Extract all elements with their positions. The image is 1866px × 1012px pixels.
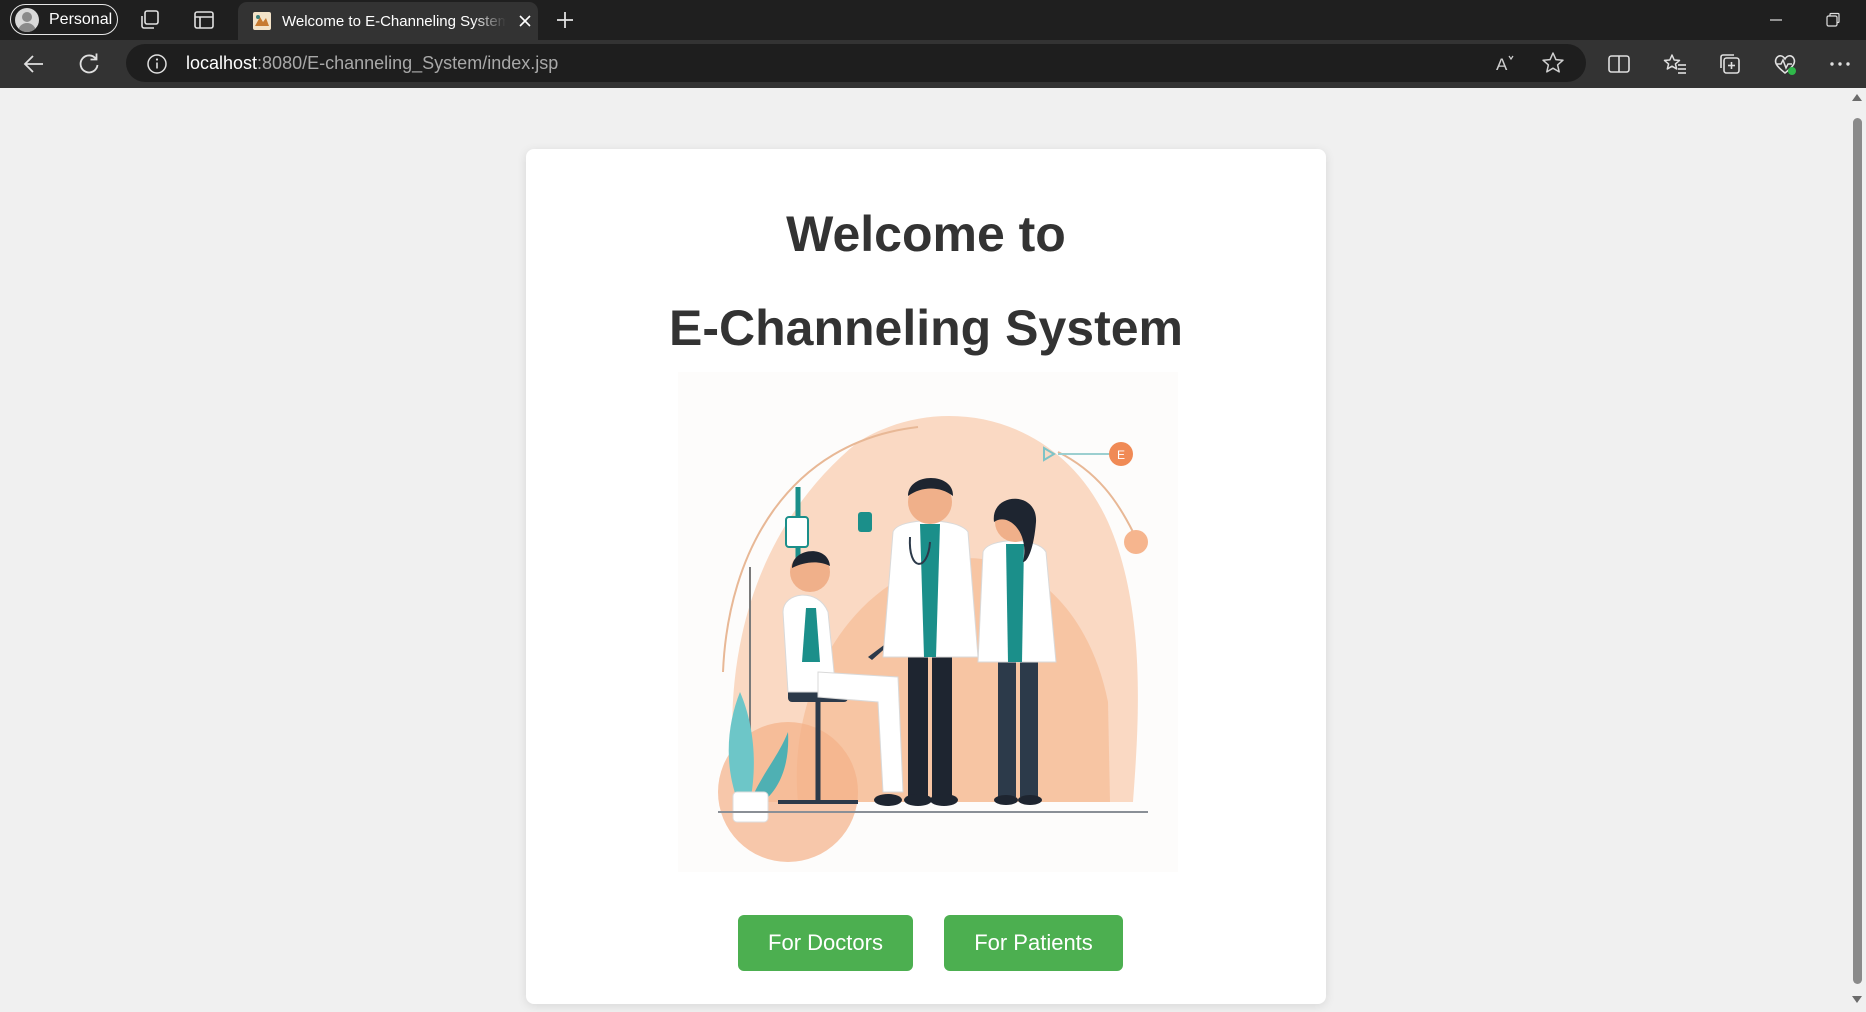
profile-button[interactable]: Personal xyxy=(10,4,118,35)
back-icon[interactable] xyxy=(21,51,47,77)
refresh-icon[interactable] xyxy=(76,51,102,77)
doctors-illustration: E xyxy=(678,372,1178,872)
split-screen-icon[interactable] xyxy=(1606,51,1632,77)
welcome-card: Welcome to E-Channeling System E For Doc… xyxy=(526,149,1326,1004)
info-icon[interactable] xyxy=(146,53,168,75)
browser-essentials-icon[interactable] xyxy=(1772,51,1798,77)
url-text[interactable]: localhost:8080/E-channeling_System/index… xyxy=(186,53,558,74)
scrollbar-thumb[interactable] xyxy=(1853,118,1862,984)
tab-title: Welcome to E-Channeling System xyxy=(282,12,506,30)
tab-actions-icon[interactable] xyxy=(192,8,216,32)
for-doctors-button[interactable]: For Doctors xyxy=(738,915,913,971)
url-host: localhost xyxy=(186,53,258,73)
scroll-down-arrow-icon[interactable] xyxy=(1852,996,1862,1003)
favorite-star-icon[interactable] xyxy=(1540,50,1566,76)
profile-avatar-icon xyxy=(15,7,39,32)
page-viewport: Welcome to E-Channeling System E For Doc… xyxy=(5,88,1848,1012)
collections-icon[interactable] xyxy=(1717,51,1743,77)
page-title-line-2: E-Channeling System xyxy=(669,300,1183,356)
for-patients-button[interactable]: For Patients xyxy=(944,915,1123,971)
restore-icon[interactable] xyxy=(1823,10,1843,30)
url-path: :8080/E-channeling_System/index.jsp xyxy=(257,53,559,73)
scroll-up-arrow-icon[interactable] xyxy=(1852,94,1862,101)
active-tab[interactable]: Welcome to E-Channeling System xyxy=(238,2,538,40)
favorites-icon[interactable] xyxy=(1662,51,1688,77)
page-title-line-1: Welcome to xyxy=(786,206,1066,262)
address-bar[interactable]: localhost:8080/E-channeling_System/index… xyxy=(126,44,1586,82)
new-tab-icon[interactable] xyxy=(553,8,577,32)
close-tab-icon[interactable] xyxy=(516,12,534,30)
vertical-scrollbar[interactable] xyxy=(1848,88,1866,1012)
browser-titlebar: Personal Welcome to E-Channeling System xyxy=(0,0,1866,40)
read-aloud-glyph: A xyxy=(1496,55,1508,74)
read-aloud-icon[interactable]: A xyxy=(1492,50,1518,76)
browser-navbar: localhost:8080/E-channeling_System/index… xyxy=(0,40,1866,88)
illustration-badge: E xyxy=(1117,448,1125,462)
more-menu-icon[interactable] xyxy=(1827,51,1853,77)
profile-label: Personal xyxy=(49,10,113,28)
minimize-icon[interactable] xyxy=(1766,10,1786,30)
workspaces-icon[interactable] xyxy=(138,8,162,32)
tab-favicon-icon xyxy=(253,12,271,30)
